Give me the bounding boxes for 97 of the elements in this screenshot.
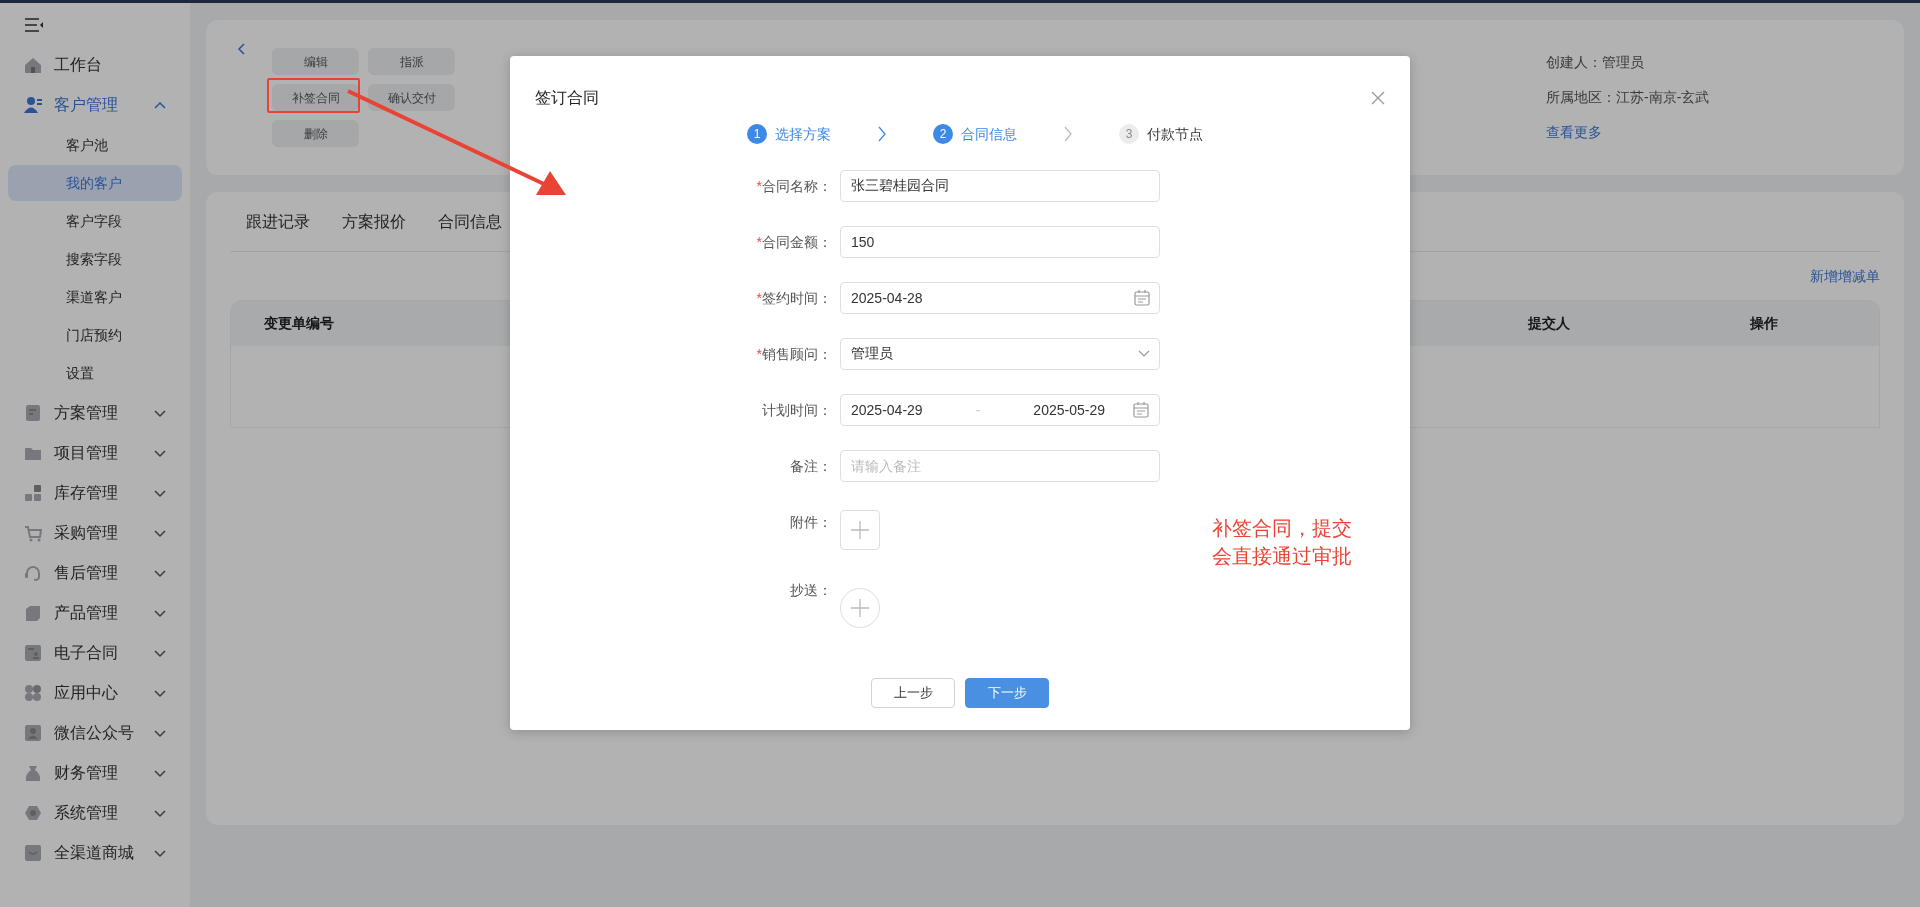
annotation-text: 会直接通过审批 [1212,545,1352,567]
chevron-icon [154,101,166,111]
date-range-field[interactable]: 2025-04-29 - 2025-05-29 [840,394,1160,426]
field-label: 附件： [790,514,832,530]
action-button[interactable]: 删除 [272,120,359,147]
sidebar-item[interactable]: 采购管理 [0,513,190,553]
chevron-icon [154,649,166,659]
field-label: 备注： [790,458,832,474]
sidebar-subitem[interactable]: 搜索字段 [8,241,182,277]
column-header: 提交人 [1528,315,1570,331]
tab[interactable]: 合同信息 [438,209,502,234]
sidebar-item[interactable]: 售后管理 [0,553,190,593]
chevron-icon [154,569,166,579]
action-button[interactable]: 编辑 [272,48,359,75]
sidebar-item[interactable]: 系统管理 [0,793,190,833]
headset-icon [24,564,42,582]
sidebar-subitem[interactable]: 设置 [8,355,182,391]
sidebar-item[interactable]: 应用中心 [0,673,190,713]
chevron-icon [877,126,887,142]
grid-icon [24,684,42,702]
sidebar-item[interactable]: 客户管理 [0,85,190,125]
info-text: 所属地区：江苏-南京-玄武 [1546,88,1711,107]
select-field[interactable]: 管理员 [840,338,1160,370]
plus-icon [850,598,870,618]
sidebar-item[interactable]: 方案管理 [0,393,190,433]
person-icon [24,724,42,742]
close-icon[interactable] [1371,91,1385,105]
add-link[interactable]: 新增增减单 [1810,265,1880,287]
sidebar-item[interactable]: 财务管理 [0,753,190,793]
step-label: 付款节点 [1147,124,1203,144]
chevron-icon [1063,126,1073,142]
more-link[interactable]: 查看更多 [1546,124,1602,140]
annotation-text: 补签合同，提交 [1212,517,1352,539]
chevron-icon [154,689,166,699]
back-button[interactable]: 上一步 [871,678,955,708]
chevron-icon [154,609,166,619]
menu-icon[interactable] [24,18,44,32]
step-number: 3 [1119,124,1139,144]
sidebar-subitem[interactable]: 客户字段 [8,203,182,239]
hexagon-icon [24,804,42,822]
tab[interactable]: 方案报价 [342,209,406,234]
date-field[interactable]: 2025-04-28 [840,282,1160,314]
sidebar-item[interactable]: 全渠道商城 [0,833,190,873]
sidebar-item[interactable]: 产品管理 [0,593,190,633]
field-label: *合同金额： [756,234,832,250]
chevron-icon [154,449,166,459]
sidebar-item[interactable]: 微信公众号 [0,713,190,753]
chevron-icon [154,729,166,739]
sidebar-item[interactable]: 电子合同 [0,633,190,673]
add-recipient-button[interactable] [840,588,880,628]
document-icon [24,404,42,422]
field-label: 抄送： [790,582,832,598]
action-button[interactable]: 补签合同 [272,84,359,111]
sidebar-subitem[interactable]: 门店预约 [8,317,182,353]
column-header: 变更单编号 [264,315,334,331]
input-field[interactable]: 请输入备注 [840,450,1160,482]
cart-icon [24,524,42,542]
action-button[interactable]: 指派 [368,48,455,75]
tray-icon [24,844,42,862]
chevron-icon [154,409,166,419]
sidebar-item[interactable]: 工作台 [0,45,190,85]
calendar-icon [1133,402,1149,418]
chevron-icon [154,809,166,819]
field-label: *销售顾问： [756,346,832,362]
sidebar-item[interactable]: 库存管理 [0,473,190,513]
chevron-icon [154,849,166,859]
field-label: *签约时间： [756,290,832,306]
id-card-icon [24,644,42,662]
blocks-icon [24,484,42,502]
input-field[interactable]: 张三碧桂园合同 [840,170,1160,202]
info-text: 创建人：管理员 [1546,53,1645,72]
sidebar-item[interactable]: 项目管理 [0,433,190,473]
calendar-icon [1134,290,1150,306]
back-icon[interactable] [236,42,248,56]
chevron-icon [154,489,166,499]
action-button[interactable]: 确认交付 [368,84,455,111]
upload-button[interactable] [840,510,880,550]
person-icon [24,96,42,114]
home-icon [24,56,42,74]
chevron-icon [1138,350,1150,358]
step-number: 2 [933,124,953,144]
sidebar-subitem[interactable]: 客户池 [8,127,182,163]
plus-icon [850,520,870,540]
field-label: *合同名称： [756,178,832,194]
input-field[interactable]: 150 [840,226,1160,258]
tab[interactable]: 跟进记录 [246,209,310,234]
step-label: 选择方案 [775,124,831,144]
field-label: 计划时间： [762,402,832,418]
chevron-icon [154,769,166,779]
sidebar-subitem[interactable]: 渠道客户 [8,279,182,315]
bag-icon [24,764,42,782]
step-number: 1 [747,124,767,144]
step-label: 合同信息 [961,124,1017,144]
column-header: 操作 [1750,315,1778,331]
dialog-title: 签订合同 [535,88,599,108]
chevron-icon [154,529,166,539]
box-icon [24,604,42,622]
